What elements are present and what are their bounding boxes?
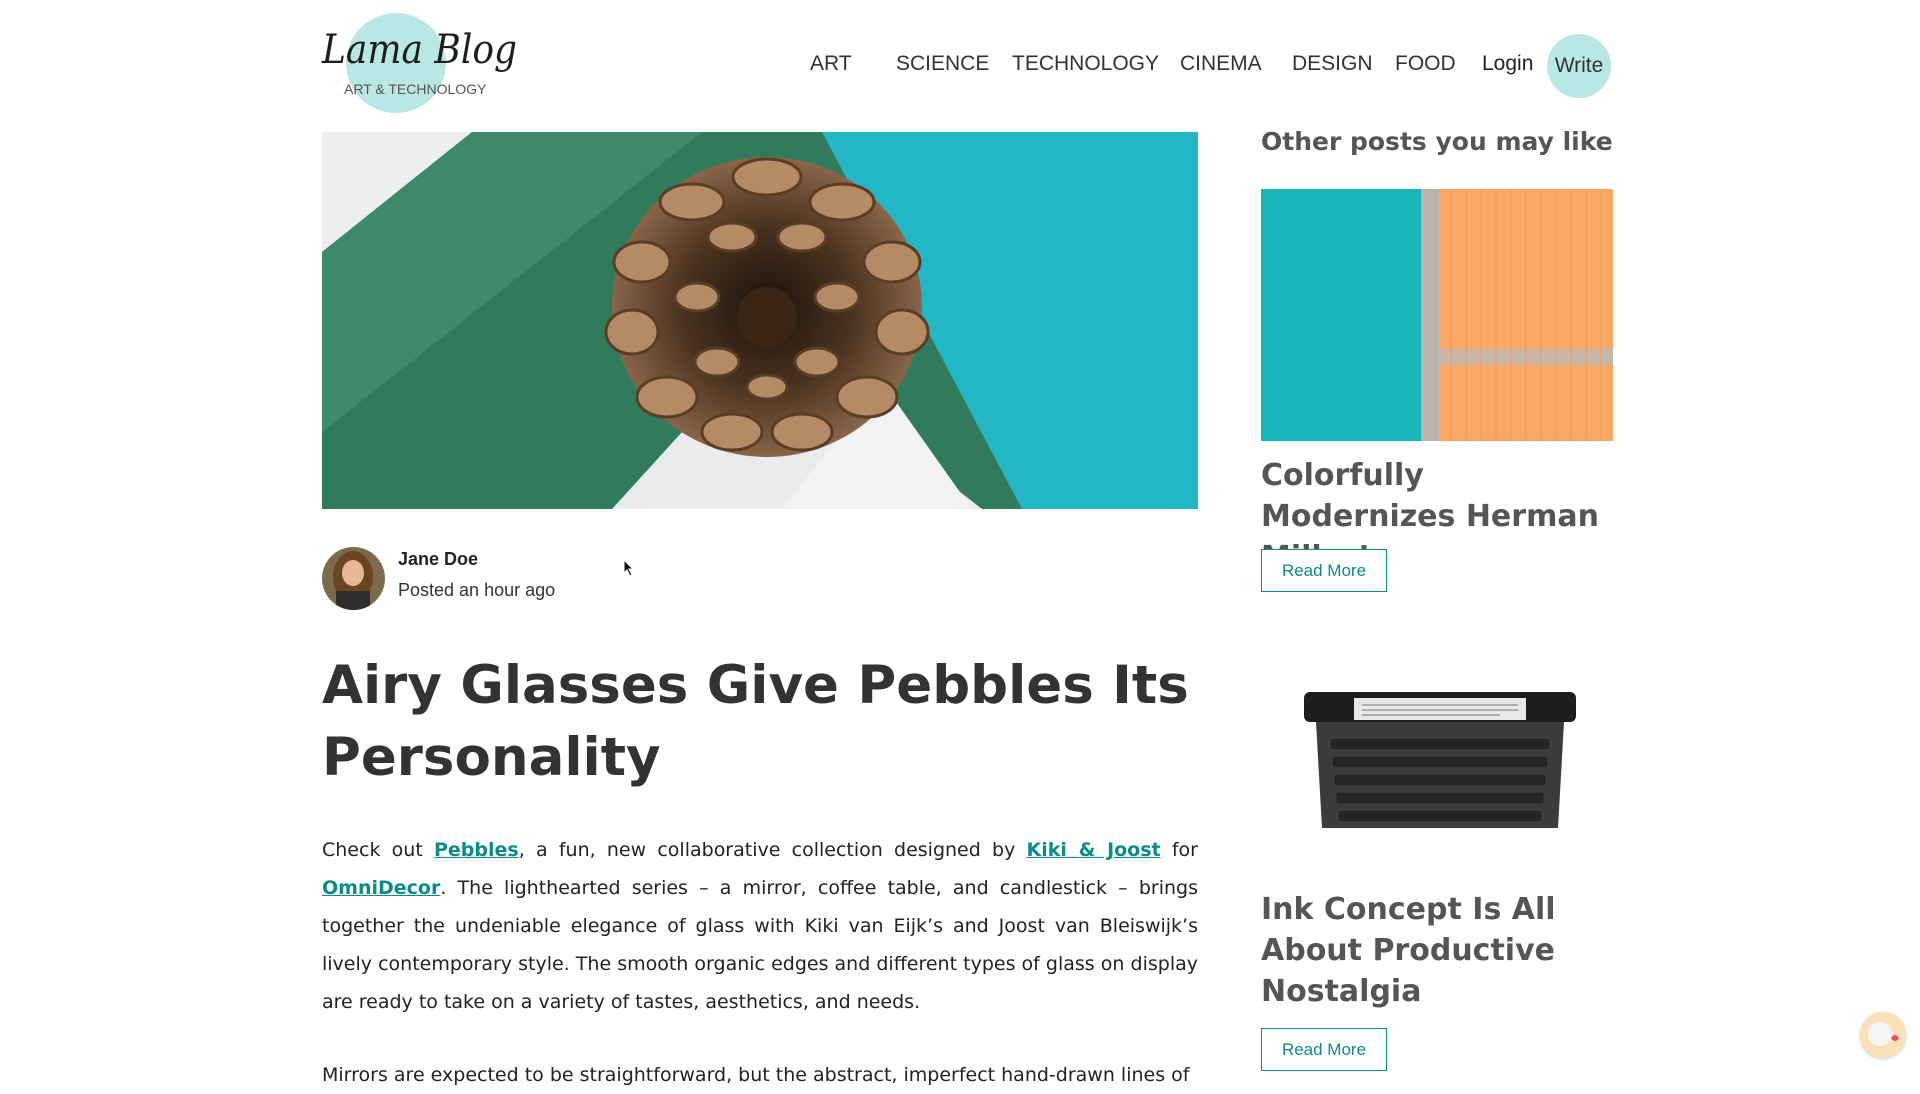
kiki-joost-link[interactable]: Kiki & Joost	[1027, 839, 1161, 861]
pinecone-image	[322, 132, 1198, 509]
post-paragraph: Check out Pebbles, a fun, new collaborat…	[322, 839, 1198, 1013]
chat-widget-icon[interactable]	[1860, 1012, 1906, 1058]
logo-text: Lama Blog	[322, 27, 518, 73]
nav-item-design[interactable]: DESIGN	[1292, 52, 1373, 76]
pebbles-link[interactable]: Pebbles	[434, 839, 519, 861]
logo-tagline: ART & TECHNOLOGY	[344, 81, 487, 97]
nav-item-food[interactable]: FOOD	[1395, 52, 1456, 76]
login-link[interactable]: Login	[1482, 52, 1533, 76]
author-avatar	[322, 547, 385, 610]
sidebar-post-image[interactable]	[1261, 189, 1613, 441]
author-name[interactable]: Jane Doe	[398, 549, 478, 570]
sidebar-post-image[interactable]	[1290, 680, 1590, 840]
post-title: Airy Glasses Give Pebbles Its Personalit…	[322, 655, 1189, 788]
sidebar-heading: Other posts you may like	[1261, 127, 1613, 156]
site-logo[interactable]: Lama Blog ART & TECHNOLOGY	[322, 13, 517, 115]
write-button[interactable]: Write	[1547, 34, 1611, 98]
sidebar-post-title[interactable]: Ink Concept Is All About Productive Nost…	[1261, 889, 1621, 1012]
post-timestamp: Posted an hour ago	[398, 580, 556, 600]
nav-item-cinema[interactable]: CINEMA	[1180, 52, 1262, 76]
omnidecor-link[interactable]: OmniDecor	[322, 877, 440, 899]
post-hero-image	[322, 132, 1198, 509]
post-paragraph-2: Mirrors are expected to be straightforwa…	[322, 1064, 1190, 1086]
nav-item-art[interactable]: ART	[810, 52, 852, 76]
nav-item-technology[interactable]: TECHNOLOGY	[1012, 52, 1159, 76]
read-more-button[interactable]: Read More	[1261, 549, 1387, 592]
mouse-pointer-icon	[623, 558, 635, 581]
nav-item-science[interactable]: SCIENCE	[896, 52, 989, 76]
read-more-button[interactable]: Read More	[1261, 1028, 1387, 1071]
